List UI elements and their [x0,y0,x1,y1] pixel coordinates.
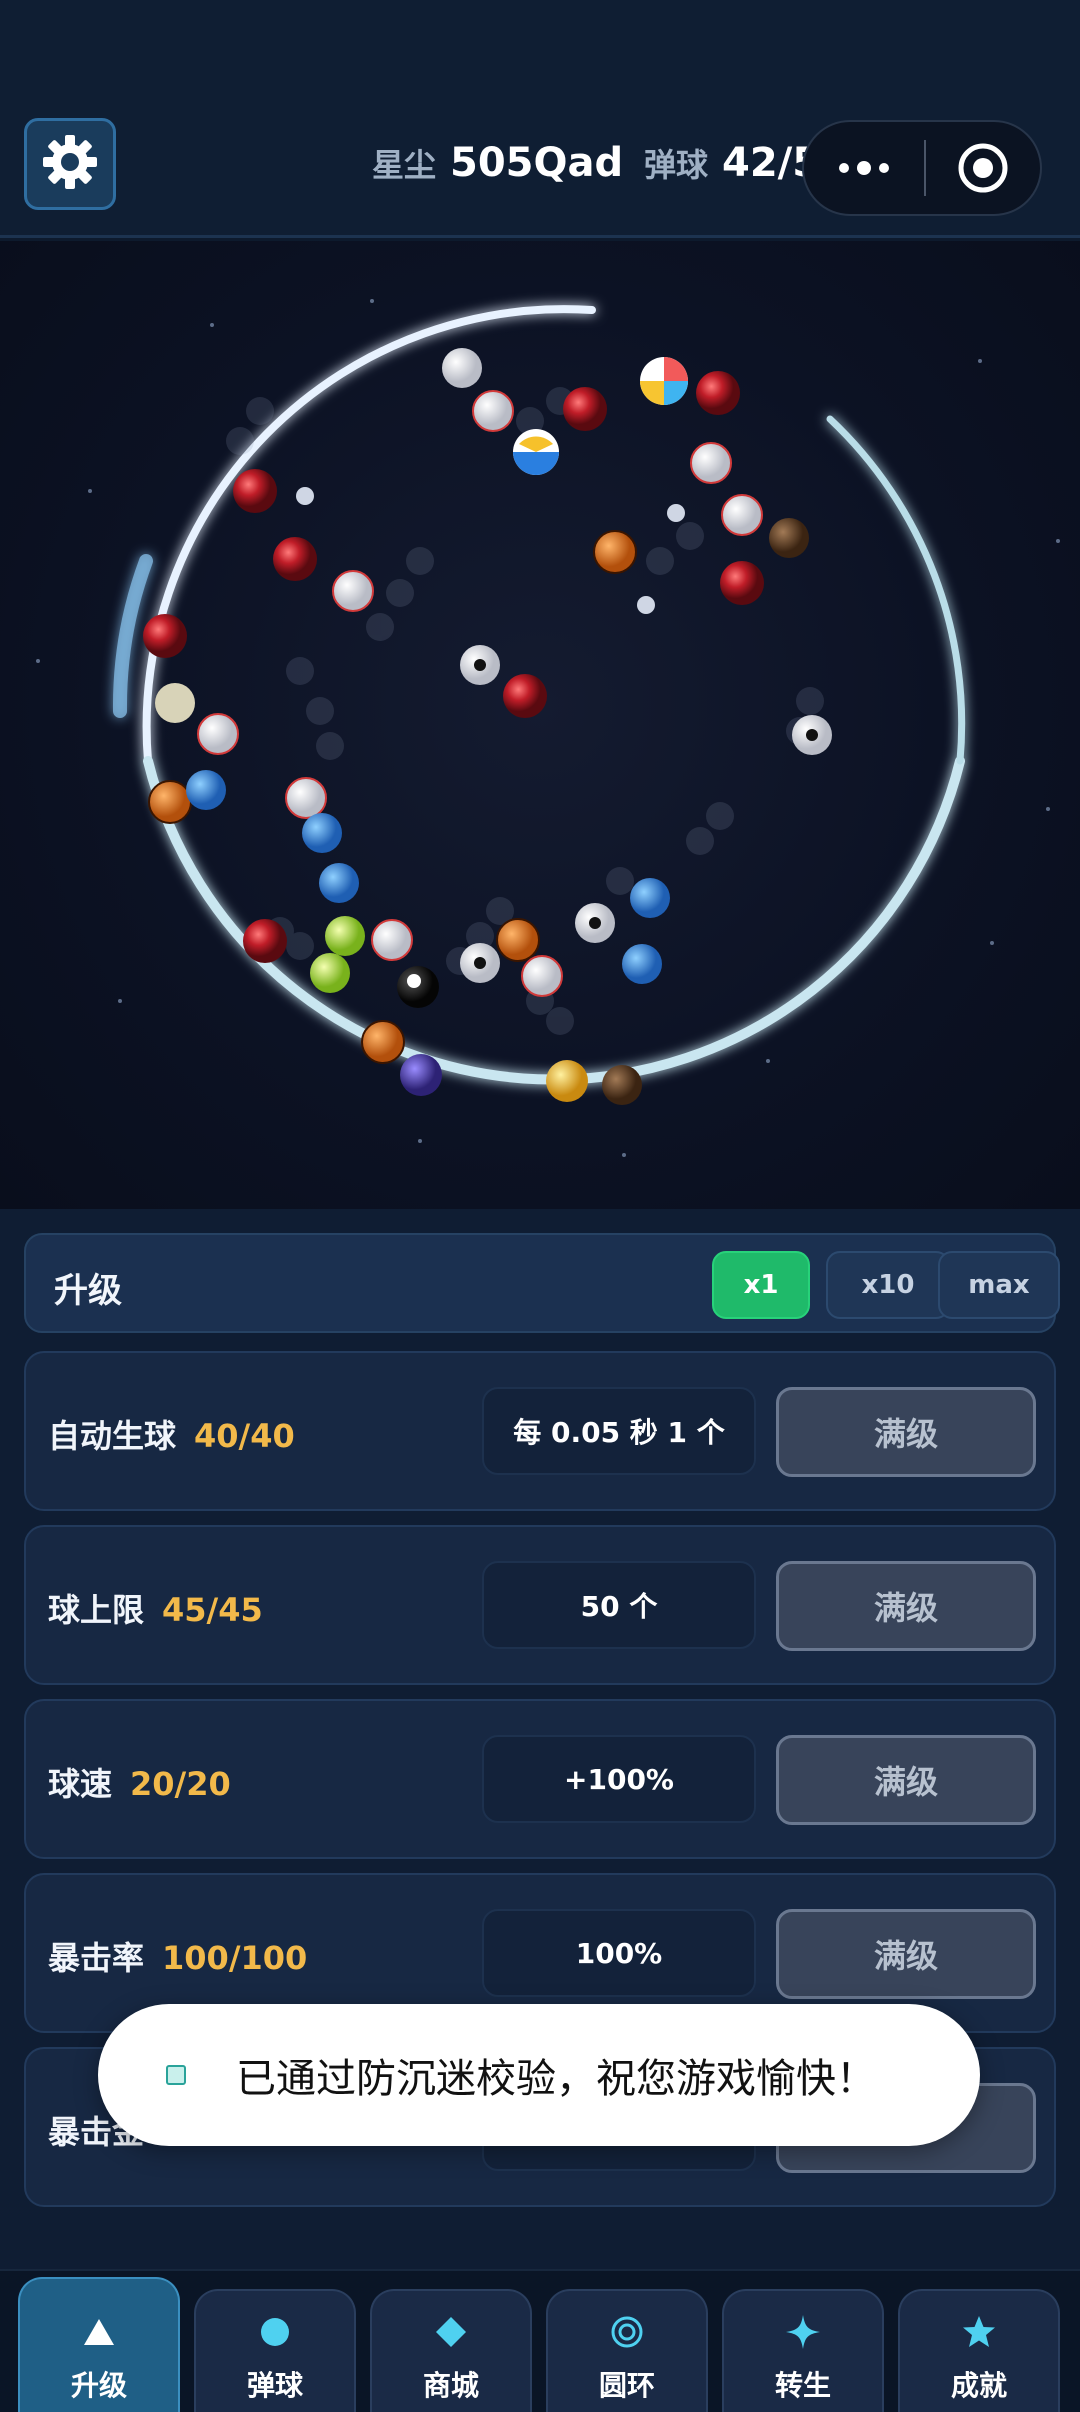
upgrade-effect: 每 0.05 秒 1 个 [482,1387,756,1475]
tab-label: 转生 [774,2369,831,2402]
ball-beach [513,429,559,475]
upgrade-title: 升级 [54,1271,122,1311]
diamond-icon [434,2312,468,2352]
app-icon [166,2065,186,2085]
upgrade-effect: 50 个 [482,1561,756,1649]
gear-icon [41,133,99,195]
ball-red [143,371,764,963]
upgrade-level: 20/20 [130,1765,231,1803]
ball-pie [640,357,688,405]
upgrade-header: 升级 x1 x10 max [24,1233,1060,1333]
bottom-nav: 升级 弹球 商城 圆环 转生 成就 [0,2269,1080,2412]
tab-rebirth[interactable]: 转生 [722,2289,884,2412]
tab-label: 商城 [422,2369,479,2402]
tab-label: 弹球 [246,2369,303,2402]
settings-button[interactable] [24,118,116,210]
upgrade-card-ball-speed: 球速 20/20 +100% 满级 [24,1699,1056,1859]
more-dots-icon[interactable] [804,161,924,175]
upgrade-level: 45/45 [162,1591,263,1629]
max-level-button[interactable]: 满级 [776,1735,1036,1825]
max-level-button[interactable]: 满级 [776,1387,1036,1477]
upgrade-card-auto-spawn: 自动生球 40/40 每 0.05 秒 1 个 满级 [24,1351,1056,1511]
toast-message: 已通过防沉迷校验，祝您游戏愉快！ [236,2056,876,2102]
tab-shop[interactable]: 商城 [370,2289,532,2412]
tab-achievements[interactable]: 成就 [898,2289,1060,2412]
circle-icon [259,2312,291,2352]
multiplier-x10-button[interactable]: x10 [826,1251,950,1319]
anti-addiction-toast: 已通过防沉迷校验，祝您游戏愉快！ [98,2004,980,2146]
ball-white [155,348,482,723]
tab-label: 成就 [950,2369,1007,2402]
multiplier-x1-button[interactable]: x1 [712,1251,810,1319]
upgrade-level: 40/40 [194,1417,295,1455]
sparkle-icon [785,2312,821,2352]
starfield [36,299,1060,1157]
tab-label: 升级 [70,2369,127,2402]
tab-upgrade[interactable]: 升级 [18,2277,180,2412]
upgrade-card-ball-limit: 球上限 45/45 50 个 满级 [24,1525,1056,1685]
max-level-button[interactable]: 满级 [776,1909,1036,1999]
upgrade-effect: 100% [482,1909,756,1997]
upgrade-name: 球上限 45/45 [48,1591,263,1629]
mini-program-capsule [802,120,1042,216]
stardust-stat: 星尘 505Qad [372,140,623,186]
stardust-label: 星尘 [372,146,437,184]
upgrade-level: 100/100 [162,1939,308,1977]
upgrade-effect: +100% [482,1735,756,1823]
ball-baseball [197,390,763,997]
stardust-value: 505Qad [450,140,624,186]
multiplier-max-button[interactable]: max [938,1251,1060,1319]
upgrade-name: 自动生球 40/40 [48,1417,295,1455]
tab-ring[interactable]: 圆环 [546,2289,708,2412]
game-arena[interactable] [0,241,1080,1209]
tab-balls[interactable]: 弹球 [194,2289,356,2412]
star-icon [961,2312,997,2352]
triangle-icon [82,2312,116,2352]
arena-canvas [36,299,1060,1157]
ball-purple [400,1054,442,1096]
tab-label: 圆环 [598,2369,655,2402]
ball-count-label: 弹球 [644,146,709,184]
upgrade-name: 球速 20/20 [48,1765,231,1803]
ball-eight [397,966,439,1008]
target-icon[interactable] [926,142,1040,194]
ring-icon [610,2312,644,2352]
upgrade-name: 暴击率 100/100 [48,1939,308,1977]
ball-lime [310,916,365,993]
max-level-button[interactable]: 满级 [776,1561,1036,1651]
top-bar: 星尘 505Qad 弹球 42/50 [0,0,1080,238]
ball-gold [546,1060,588,1102]
